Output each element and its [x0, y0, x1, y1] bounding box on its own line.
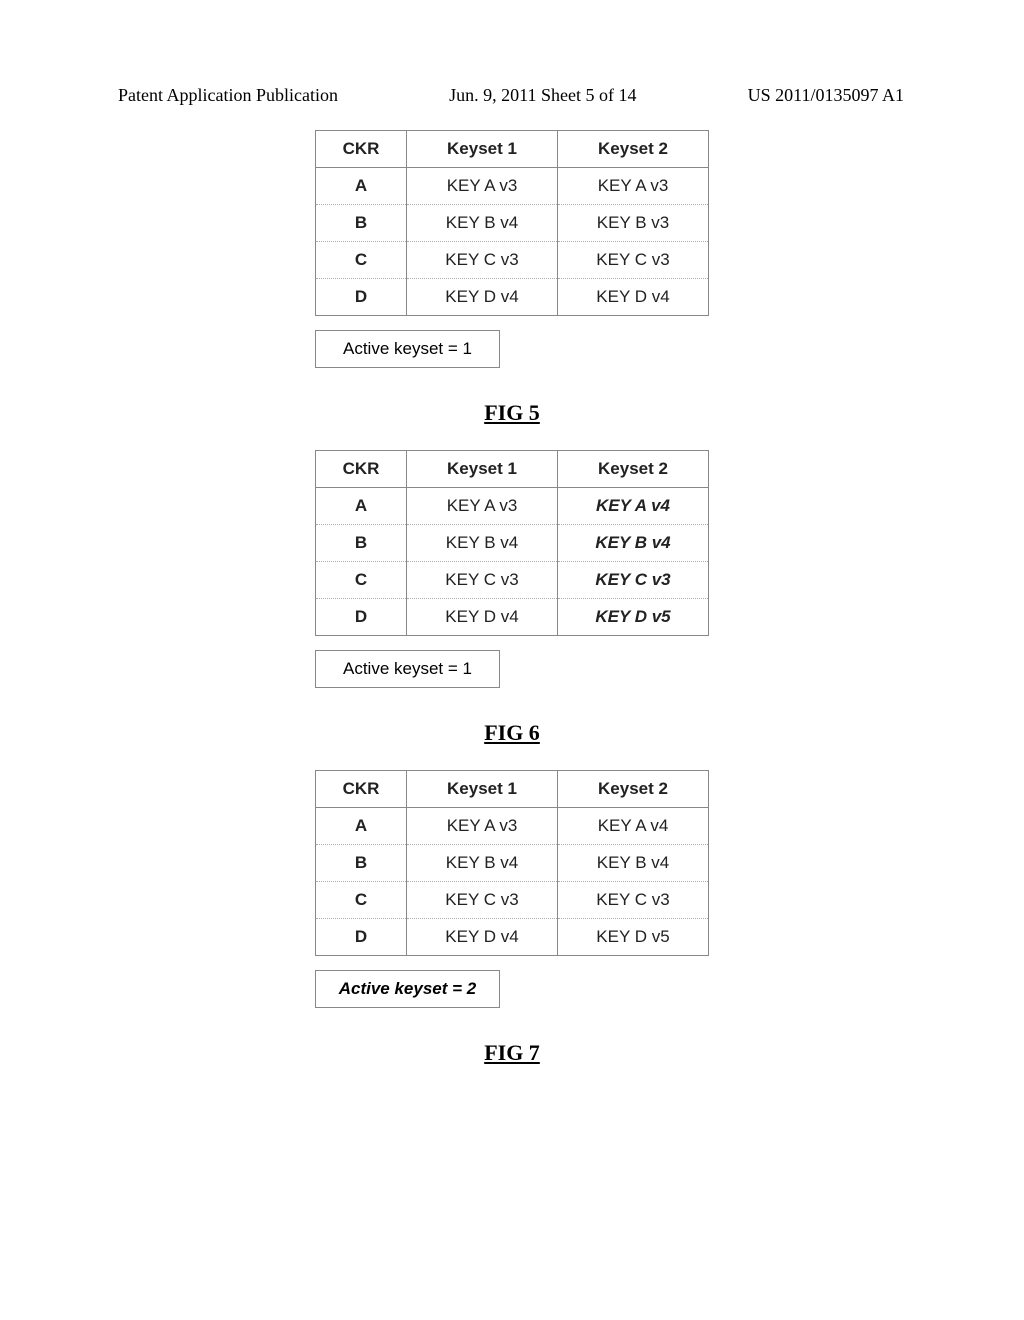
table-row: C KEY C v3 KEY C v3 [316, 882, 709, 919]
col-keyset2: Keyset 2 [558, 771, 709, 808]
cell-ckr: A [316, 168, 407, 205]
header-center: Jun. 9, 2011 Sheet 5 of 14 [449, 85, 636, 106]
cell-k2: KEY D v4 [558, 279, 709, 316]
active-keyset-box: Active keyset = 1 [315, 330, 500, 368]
patent-page: Patent Application Publication Jun. 9, 2… [0, 0, 1024, 1320]
cell-ckr: B [316, 205, 407, 242]
cell-k2: KEY D v5 [558, 919, 709, 956]
table-row: B KEY B v4 KEY B v3 [316, 205, 709, 242]
active-keyset-box: Active keyset = 1 [315, 650, 500, 688]
table-row: D KEY D v4 KEY D v5 [316, 599, 709, 636]
cell-k1: KEY C v3 [407, 882, 558, 919]
cell-k1: KEY D v4 [407, 599, 558, 636]
col-keyset1: Keyset 1 [407, 451, 558, 488]
table-row: C KEY C v3 KEY C v3 [316, 242, 709, 279]
table-header-row: CKR Keyset 1 Keyset 2 [316, 451, 709, 488]
cell-k1: KEY D v4 [407, 919, 558, 956]
figure-7-caption: FIG 7 [484, 1040, 540, 1066]
cell-ckr: B [316, 525, 407, 562]
col-ckr: CKR [316, 771, 407, 808]
cell-k1: KEY C v3 [407, 242, 558, 279]
cell-k2: KEY A v4 [558, 488, 709, 525]
cell-k1: KEY B v4 [407, 525, 558, 562]
col-keyset2: Keyset 2 [558, 451, 709, 488]
cell-ckr: A [316, 808, 407, 845]
content-area: CKR Keyset 1 Keyset 2 A KEY A v3 KEY A v… [0, 130, 1024, 1090]
cell-ckr: D [316, 279, 407, 316]
cell-k2: KEY C v3 [558, 242, 709, 279]
figure-6-caption: FIG 6 [484, 720, 540, 746]
page-header: Patent Application Publication Jun. 9, 2… [0, 85, 1024, 106]
cell-k1: KEY C v3 [407, 562, 558, 599]
cell-k2: KEY B v3 [558, 205, 709, 242]
col-keyset1: Keyset 1 [407, 771, 558, 808]
table-row: A KEY A v3 KEY A v4 [316, 488, 709, 525]
cell-k1: KEY A v3 [407, 488, 558, 525]
table-row: B KEY B v4 KEY B v4 [316, 845, 709, 882]
cell-k1: KEY A v3 [407, 808, 558, 845]
figure-5-caption: FIG 5 [484, 400, 540, 426]
header-right: US 2011/0135097 A1 [748, 85, 904, 106]
cell-k2: KEY B v4 [558, 525, 709, 562]
figure-7-block: CKR Keyset 1 Keyset 2 A KEY A v3 KEY A v… [315, 770, 709, 1008]
figure-6-block: CKR Keyset 1 Keyset 2 A KEY A v3 KEY A v… [315, 450, 709, 688]
table-row: D KEY D v4 KEY D v5 [316, 919, 709, 956]
table-row: A KEY A v3 KEY A v3 [316, 168, 709, 205]
col-keyset2: Keyset 2 [558, 131, 709, 168]
cell-k2: KEY D v5 [558, 599, 709, 636]
table-header-row: CKR Keyset 1 Keyset 2 [316, 771, 709, 808]
cell-k2: KEY C v3 [558, 562, 709, 599]
figure-5-block: CKR Keyset 1 Keyset 2 A KEY A v3 KEY A v… [315, 130, 709, 368]
header-left: Patent Application Publication [118, 85, 338, 106]
cell-k2: KEY C v3 [558, 882, 709, 919]
cell-k2: KEY A v4 [558, 808, 709, 845]
cell-k1: KEY D v4 [407, 279, 558, 316]
cell-k2: KEY A v3 [558, 168, 709, 205]
cell-ckr: C [316, 562, 407, 599]
col-keyset1: Keyset 1 [407, 131, 558, 168]
table-row: B KEY B v4 KEY B v4 [316, 525, 709, 562]
cell-ckr: C [316, 242, 407, 279]
cell-ckr: D [316, 599, 407, 636]
cell-ckr: D [316, 919, 407, 956]
cell-ckr: B [316, 845, 407, 882]
cell-k1: KEY B v4 [407, 845, 558, 882]
table-row: D KEY D v4 KEY D v4 [316, 279, 709, 316]
cell-ckr: A [316, 488, 407, 525]
table-row: C KEY C v3 KEY C v3 [316, 562, 709, 599]
col-ckr: CKR [316, 451, 407, 488]
figure-6-table: CKR Keyset 1 Keyset 2 A KEY A v3 KEY A v… [315, 450, 709, 636]
col-ckr: CKR [316, 131, 407, 168]
figure-5-table: CKR Keyset 1 Keyset 2 A KEY A v3 KEY A v… [315, 130, 709, 316]
cell-k2: KEY B v4 [558, 845, 709, 882]
table-header-row: CKR Keyset 1 Keyset 2 [316, 131, 709, 168]
active-keyset-box: Active keyset = 2 [315, 970, 500, 1008]
table-row: A KEY A v3 KEY A v4 [316, 808, 709, 845]
cell-ckr: C [316, 882, 407, 919]
cell-k1: KEY B v4 [407, 205, 558, 242]
cell-k1: KEY A v3 [407, 168, 558, 205]
figure-7-table: CKR Keyset 1 Keyset 2 A KEY A v3 KEY A v… [315, 770, 709, 956]
